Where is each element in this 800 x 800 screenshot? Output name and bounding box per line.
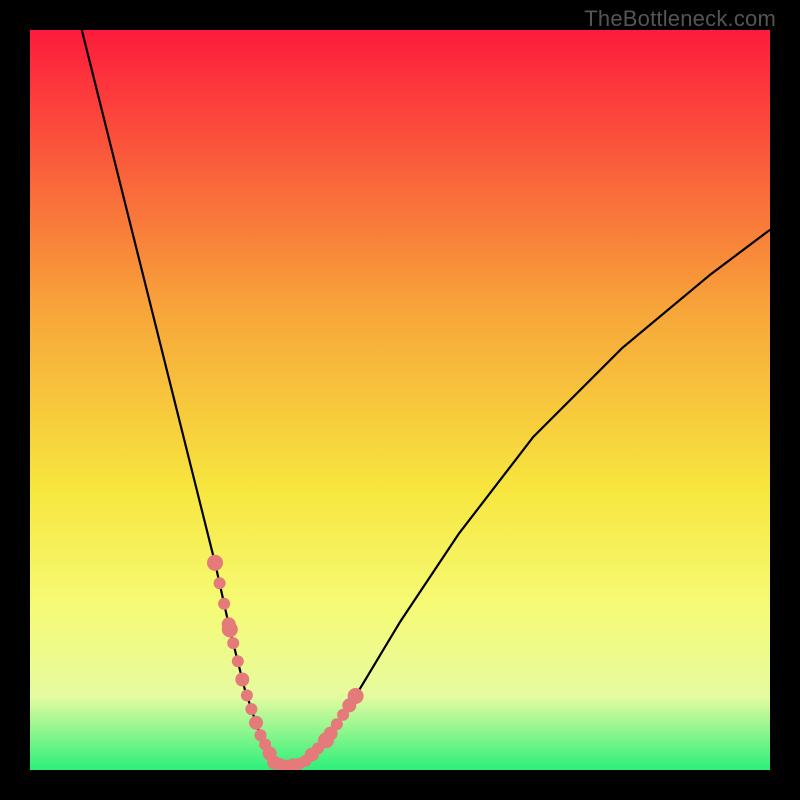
curve-marker-dot xyxy=(318,732,334,748)
curve-marker-dot xyxy=(218,598,230,610)
curve-marker-dot xyxy=(241,689,253,701)
chart-frame: TheBottleneck.com xyxy=(0,0,800,800)
watermark-text: TheBottleneck.com xyxy=(584,6,776,32)
curve-marker-dot xyxy=(232,655,244,667)
plot-area xyxy=(30,30,770,770)
curve-marker-dot xyxy=(227,637,239,649)
curve-marker-dot xyxy=(214,577,226,589)
curve-marker-dot xyxy=(348,688,364,704)
curve-marker-dot xyxy=(245,703,257,715)
curve-marker-dot xyxy=(235,673,249,687)
curve-marker-dot xyxy=(249,716,263,730)
bottleneck-chart xyxy=(30,30,770,770)
curve-marker-dot xyxy=(222,621,238,637)
curve-marker-dot xyxy=(207,555,223,571)
gradient-background xyxy=(30,30,770,770)
